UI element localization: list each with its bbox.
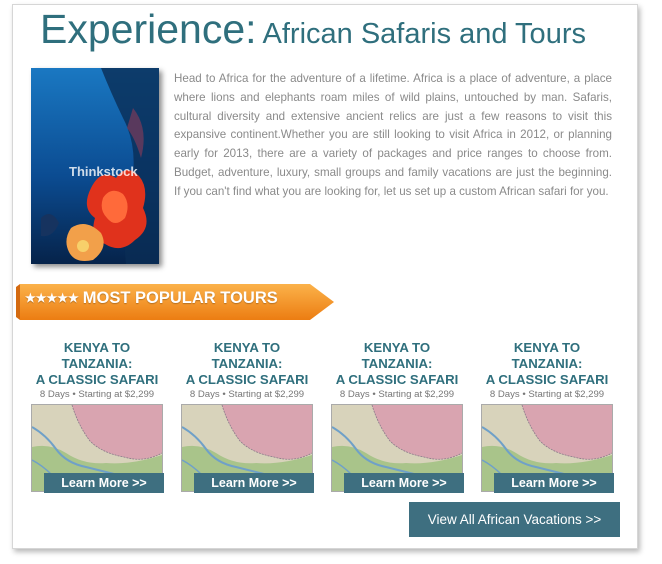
tour-title-line1[interactable]: KENYA TO TANZANIA: bbox=[29, 340, 165, 372]
tour-card[interactable]: KENYA TO TANZANIA: A CLASSIC SAFARI 8 Da… bbox=[29, 340, 165, 492]
tour-card[interactable]: KENYA TO TANZANIA: A CLASSIC SAFARI 8 Da… bbox=[179, 340, 315, 492]
tour-meta: 8 Days • Starting at $2,299 bbox=[39, 389, 155, 400]
tour-card[interactable]: KENYA TO TANZANIA: A CLASSIC SAFARI 8 Da… bbox=[329, 340, 465, 492]
tour-title-line1[interactable]: KENYA TO TANZANIA: bbox=[179, 340, 315, 372]
page-title-sub: African Safaris and Tours bbox=[262, 18, 586, 50]
tour-title[interactable]: KENYA TO TANZANIA: A CLASSIC SAFARI bbox=[179, 340, 315, 388]
banner-label: MOST POPULAR TOURS bbox=[82, 289, 278, 307]
learn-more-button[interactable]: Learn More >> bbox=[44, 473, 164, 493]
learn-more-button[interactable]: Learn More >> bbox=[344, 473, 464, 493]
tour-card[interactable]: KENYA TO TANZANIA: A CLASSIC SAFARI 8 Da… bbox=[479, 340, 615, 492]
tour-meta: 8 Days • Starting at $2,299 bbox=[189, 389, 305, 400]
tour-meta: 8 Days • Starting at $2,299 bbox=[339, 389, 455, 400]
learn-more-button[interactable]: Learn More >> bbox=[194, 473, 314, 493]
learn-more-button[interactable]: Learn More >> bbox=[494, 473, 614, 493]
tour-title-line2[interactable]: A CLASSIC SAFARI bbox=[479, 372, 615, 388]
coral-reef-photo: Thinkstock bbox=[31, 68, 159, 264]
tour-title-line1[interactable]: KENYA TO TANZANIA: bbox=[479, 340, 615, 372]
most-popular-label: ★★★★★ MOST POPULAR TOURS bbox=[25, 289, 278, 308]
tour-meta: 8 Days • Starting at $2,299 bbox=[489, 389, 605, 400]
tour-title-line2[interactable]: A CLASSIC SAFARI bbox=[29, 372, 165, 388]
tour-title-line1[interactable]: KENYA TO TANZANIA: bbox=[329, 340, 465, 372]
intro-paragraph: Head to Africa for the adventure of a li… bbox=[174, 72, 612, 198]
tour-title-line2[interactable]: A CLASSIC SAFARI bbox=[179, 372, 315, 388]
page-title-main: Experience: bbox=[40, 6, 257, 52]
photo-watermark: Thinkstock bbox=[69, 164, 138, 179]
tour-title[interactable]: KENYA TO TANZANIA: A CLASSIC SAFARI bbox=[329, 340, 465, 388]
view-all-button[interactable]: View All African Vacations >> bbox=[409, 502, 620, 537]
star-rating-icon: ★★★★★ bbox=[25, 291, 79, 305]
tour-title-line2[interactable]: A CLASSIC SAFARI bbox=[329, 372, 465, 388]
tour-title[interactable]: KENYA TO TANZANIA: A CLASSIC SAFARI bbox=[479, 340, 615, 388]
tour-title[interactable]: KENYA TO TANZANIA: A CLASSIC SAFARI bbox=[29, 340, 165, 388]
page-title: Experience: African Safaris and Tours bbox=[40, 6, 586, 53]
